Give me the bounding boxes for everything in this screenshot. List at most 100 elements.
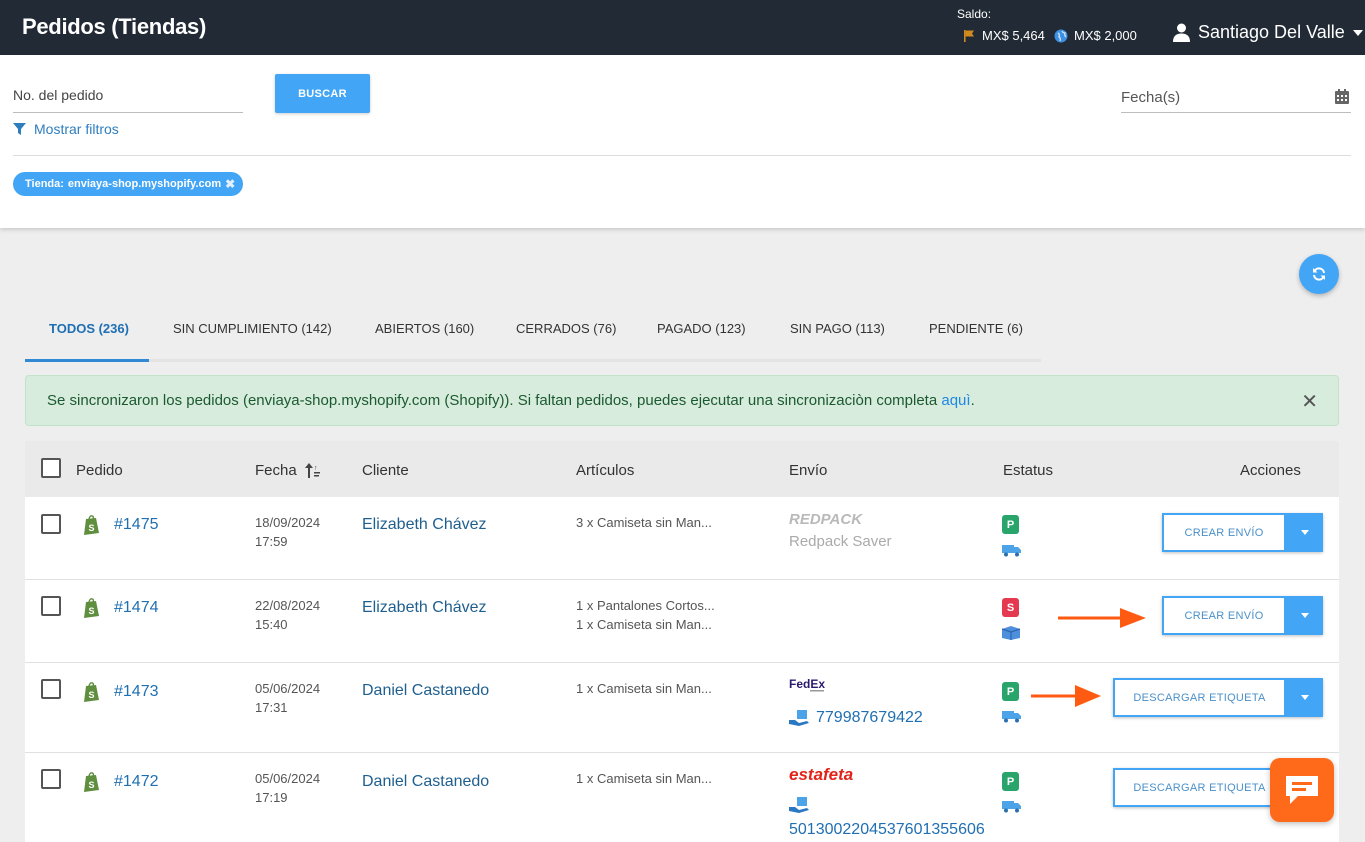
sort-icon[interactable]: ↑: [304, 463, 321, 478]
tab-sin-pago[interactable]: SIN PAGO (113): [790, 321, 885, 336]
active-tab-indicator: [25, 359, 149, 362]
order-time: 17:19: [255, 790, 288, 805]
create-shipment-action: CREAR ENVÍO: [1162, 513, 1323, 552]
redpack-logo-text: REDPACK: [789, 511, 863, 527]
action-dropdown[interactable]: [1286, 678, 1323, 717]
tracking-number-text: 779987679422: [816, 709, 923, 726]
articles-list: 1 x Camiseta sin Man...: [576, 679, 712, 698]
header-date-label: Fecha: [255, 462, 297, 479]
tab-pendiente[interactable]: PENDIENTE (6): [929, 321, 1023, 336]
table-row: S #1475 18/09/2024 17:59 Elizabeth Cháve…: [25, 497, 1339, 580]
box-icon: [1002, 626, 1020, 640]
truck-icon: [1002, 711, 1021, 723]
row-checkbox[interactable]: [41, 679, 61, 699]
calendar-icon[interactable]: [1335, 89, 1349, 104]
show-filters-link[interactable]: Mostrar filtros: [13, 121, 119, 137]
chip-value: enviaya-shop.myshopify.com: [67, 178, 222, 190]
table-row: S #1472 05/06/2024 17:19 Daniel Castaned…: [25, 753, 1339, 842]
tracking-number[interactable]: 5013002204537601355606: [789, 821, 985, 839]
row-checkbox[interactable]: [41, 514, 61, 534]
close-icon[interactable]: ✕: [1301, 389, 1318, 414]
truck-icon: [1002, 545, 1021, 557]
chat-button[interactable]: [1270, 758, 1334, 822]
close-icon[interactable]: ✖: [225, 177, 235, 191]
order-datetime: 05/06/2024 17:19: [255, 769, 320, 807]
tab-todos[interactable]: TODOS (236): [49, 321, 129, 336]
tab-sin-cumplimiento[interactable]: SIN CUMPLIMIENTO (142): [173, 321, 332, 336]
flag-icon: [964, 30, 974, 42]
truck-icon: [1002, 801, 1021, 813]
client-link[interactable]: Daniel Castanedo: [362, 773, 489, 791]
order-datetime: 05/06/2024 17:31: [255, 679, 320, 717]
balance-label: Saldo:: [957, 7, 992, 21]
status-tabs: TODOS (236) SIN CUMPLIMIENTO (142) ABIER…: [25, 310, 1041, 362]
header-date[interactable]: Fecha ↑: [255, 462, 321, 479]
globe-icon: [1054, 29, 1068, 42]
filters-divider: [13, 155, 1351, 156]
client-link[interactable]: Elizabeth Chávez: [362, 516, 487, 534]
alert-message: Se sincronizaron los pedidos (enviaya-sh…: [47, 392, 975, 409]
order-time: 17:59: [255, 534, 288, 549]
top-bar: Pedidos (Tiendas) Saldo: MX$ 5,464 MX$ 2…: [0, 0, 1365, 55]
tab-pagado[interactable]: PAGADO (123): [657, 321, 746, 336]
row-checkbox[interactable]: [41, 596, 61, 616]
tracking-number[interactable]: 779987679422: [789, 709, 923, 727]
svg-text:S: S: [89, 690, 95, 700]
filter-icon: [13, 122, 26, 135]
header-actions: Acciones: [1240, 462, 1301, 479]
order-datetime: 18/09/2024 17:59: [255, 513, 320, 551]
create-shipment-button[interactable]: CREAR ENVÍO: [1162, 513, 1286, 552]
action-dropdown[interactable]: [1286, 513, 1323, 552]
download-label-button[interactable]: DESCARGAR ETIQUETA: [1113, 768, 1286, 807]
order-link[interactable]: #1474: [114, 599, 159, 617]
article-item: 1 x Camiseta sin Man...: [576, 771, 712, 786]
download-label-button[interactable]: DESCARGAR ETIQUETA: [1113, 678, 1286, 717]
header-client: Cliente: [362, 462, 409, 479]
svg-text:S: S: [89, 780, 95, 790]
tab-abiertos[interactable]: ABIERTOS (160): [375, 321, 474, 336]
download-label-action: DESCARGAR ETIQUETA: [1113, 678, 1323, 717]
order-date: 18/09/2024: [255, 515, 321, 530]
shopify-icon: S: [84, 515, 99, 535]
order-link[interactable]: #1473: [114, 683, 159, 701]
order-number-input[interactable]: No. del pedido: [13, 87, 243, 113]
store-filter-chip[interactable]: Tienda: enviaya-shop.myshopify.com ✖: [13, 172, 244, 196]
client-link[interactable]: Elizabeth Chávez: [362, 599, 487, 617]
header-status: Estatus: [1003, 462, 1054, 479]
articles-list: 1 x Pantalones Cortos... 1 x Camiseta si…: [576, 596, 715, 634]
shopify-icon: S: [84, 682, 99, 702]
search-button[interactable]: BUSCAR: [275, 74, 370, 113]
action-dropdown[interactable]: [1286, 596, 1323, 635]
article-item: 3 x Camiseta sin Man...: [576, 515, 712, 530]
shopify-icon: S: [84, 598, 99, 618]
caret-down-icon: [1300, 613, 1309, 618]
show-filters-label: Mostrar filtros: [34, 121, 119, 137]
client-link[interactable]: Daniel Castanedo: [362, 682, 489, 700]
full-sync-link[interactable]: aquì: [941, 392, 970, 409]
fedex-logo: FedEx: [789, 677, 825, 692]
svg-text:↑: ↑: [314, 465, 318, 472]
orders-table: Pedido Fecha ↑ Cliente Artículos Envío E…: [25, 441, 1339, 842]
date-input[interactable]: Fecha(s): [1121, 89, 1351, 113]
tab-cerrados[interactable]: CERRADOS (76): [516, 321, 616, 336]
user-name: Santiago Del Valle: [1198, 22, 1345, 42]
table-header: Pedido Fecha ↑ Cliente Artículos Envío E…: [25, 441, 1339, 497]
article-item: 1 x Camiseta sin Man...: [576, 681, 712, 696]
order-date: 05/06/2024: [255, 771, 321, 786]
order-link[interactable]: #1475: [114, 516, 159, 534]
redpack-logo: REDPACK: [789, 511, 863, 527]
shopify-icon: S: [84, 772, 99, 792]
caret-down-icon: [1352, 29, 1363, 36]
create-shipment-action: CREAR ENVÍO: [1162, 596, 1323, 635]
order-link[interactable]: #1472: [114, 773, 159, 791]
refresh-button[interactable]: [1299, 254, 1339, 294]
payment-status-badge: P: [1002, 515, 1019, 534]
estafeta-logo: estafeta: [789, 766, 853, 784]
row-checkbox[interactable]: [41, 769, 61, 789]
caret-down-icon: [1300, 530, 1309, 535]
user-menu[interactable]: Santiago Del Valle: [1173, 22, 1363, 43]
create-shipment-button[interactable]: CREAR ENVÍO: [1162, 596, 1286, 635]
alert-suffix: .: [970, 392, 975, 409]
articles-list: 3 x Camiseta sin Man...: [576, 513, 712, 532]
select-all-checkbox[interactable]: [41, 458, 61, 478]
